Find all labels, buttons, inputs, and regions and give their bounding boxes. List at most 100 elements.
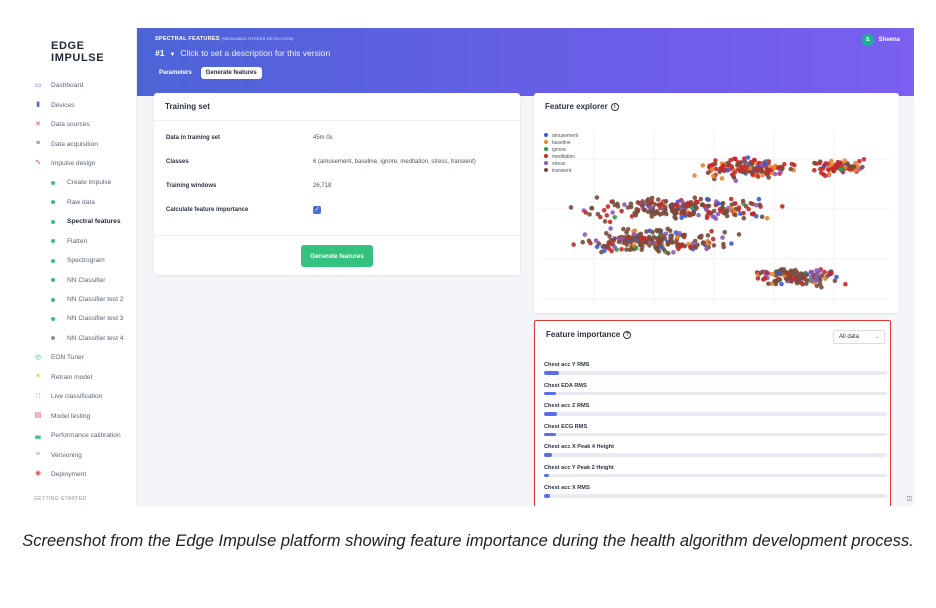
- sidebar-item-nn-classifier[interactable]: NN Classifier: [18, 270, 137, 289]
- caret-down-icon[interactable]: ▼: [169, 52, 175, 58]
- scatter-point: [672, 214, 677, 220]
- database-icon: ≡: [35, 140, 41, 148]
- scatter-point: [762, 276, 768, 281]
- status-dot-icon: [51, 336, 55, 341]
- scatter-point: [612, 245, 617, 250]
- chevron-down-icon[interactable]: ⌄: [875, 331, 880, 343]
- row-data-in-training-set: Data in training set 45m 0s: [166, 135, 506, 145]
- importance-bar: [544, 453, 552, 457]
- sidebar-item-spectrogram[interactable]: Spectrogram: [18, 251, 137, 270]
- scatter-point: [594, 195, 600, 200]
- sidebar-item-data-sources[interactable]: ✕ Data sources: [18, 115, 137, 134]
- scatter-point: [756, 196, 762, 202]
- sidebar-item-devices[interactable]: ▮ Devices: [18, 95, 137, 114]
- feature-importance-title-text: Feature importance: [546, 330, 621, 339]
- importance-bar-track: [544, 453, 887, 457]
- version-description[interactable]: Click to set a description for this vers…: [180, 48, 330, 58]
- sidebar-item-label: Model testing: [51, 412, 91, 420]
- scatter-point: [684, 203, 690, 208]
- row-label: Calculate feature importance: [166, 207, 249, 213]
- scatter-point: [704, 196, 710, 202]
- scatter-point: [729, 206, 734, 211]
- feature-name: Chest acc X RMS: [544, 485, 590, 491]
- sidebar-item-model-testing[interactable]: ▤ Model testing: [18, 406, 137, 425]
- importance-bar-track: [544, 371, 887, 375]
- sidebar-item-nn-classifier-test-2[interactable]: NN Classifier test 2: [18, 290, 137, 309]
- version-number[interactable]: #1: [155, 48, 164, 58]
- scatter-point: [732, 156, 737, 162]
- sidebar-item-label: Raw data: [67, 198, 95, 206]
- scatter-point: [710, 162, 715, 168]
- tabs: Parameters Generate features: [154, 67, 262, 79]
- scatter-point: [789, 161, 795, 167]
- scatter-point: [799, 271, 805, 277]
- scatter-point: [580, 239, 585, 245]
- scatter-point: [828, 271, 833, 277]
- scatter-point: [628, 201, 634, 207]
- sidebar-item-dashboard[interactable]: ▭ Dashboard: [18, 76, 137, 95]
- importance-bar: [544, 412, 557, 416]
- sidebar-item-label: Deployment: [51, 470, 87, 478]
- tab-generate-features[interactable]: Generate features: [200, 67, 262, 79]
- scatter-point: [764, 270, 770, 275]
- avatar[interactable]: S: [861, 34, 874, 46]
- scatter-point: [764, 215, 770, 221]
- scatter-point: [780, 166, 785, 172]
- status-dot-icon: [51, 258, 55, 263]
- logo[interactable]: EDGE IMPULSE: [30, 40, 136, 64]
- sidebar-item-versioning[interactable]: ⑂ Versioning: [18, 445, 137, 464]
- help-icon[interactable]: ?: [623, 331, 632, 339]
- scatter-point: [721, 244, 726, 250]
- sidebar-item-nn-classifier-test-3[interactable]: NN Classifier test 3: [18, 309, 137, 328]
- feature-importance-checkbox[interactable]: ✓: [313, 206, 321, 214]
- scatter-point: [633, 245, 639, 251]
- sidebar-item-impulse-design[interactable]: ∿ Impulse design: [18, 154, 137, 173]
- tab-parameters[interactable]: Parameters: [154, 67, 197, 79]
- sidebar-item-nn-classifier-test-4[interactable]: NN Classifier test 4: [18, 329, 137, 348]
- scatter-point: [716, 201, 721, 206]
- sidebar-item-create-impulse[interactable]: Create impulse: [18, 173, 137, 192]
- legend-swatch: [544, 133, 548, 137]
- status-dot-icon: [51, 200, 55, 205]
- scatter-point: [711, 208, 717, 214]
- scatter-point: [784, 276, 790, 282]
- scatter-point: [619, 208, 624, 214]
- sidebar-item-performance-calibration[interactable]: ▃ Performance calibration: [18, 426, 137, 445]
- info-icon[interactable]: i: [610, 103, 619, 111]
- scatter-point: [659, 244, 664, 250]
- scatter-point: [673, 240, 679, 245]
- scatter-point: [571, 242, 576, 247]
- version-selector[interactable]: #1 ▼ Click to set a description for this v…: [155, 48, 330, 58]
- scatter-point: [700, 202, 705, 208]
- scatter-point: [766, 175, 771, 180]
- sidebar-item-raw-data[interactable]: Raw data: [18, 193, 137, 212]
- sidebar-item-label: Create impulse: [67, 179, 112, 187]
- feature-row: Chest acc Y Peak 2 Height: [544, 465, 887, 483]
- data-filter-value[interactable]: All data: [839, 334, 859, 340]
- sidebar-item-deployment[interactable]: ◉ Deployment: [18, 465, 137, 484]
- legend-swatch: [544, 140, 548, 144]
- generate-features-button[interactable]: Generate features: [301, 245, 373, 267]
- feature-scatter-plot[interactable]: amusementbaselineignoremeditationstresst…: [534, 119, 899, 311]
- sidebar-item-flatten[interactable]: Flatten: [18, 232, 137, 251]
- sidebar-item-spectral-features[interactable]: Spectral features: [18, 212, 137, 231]
- sidebar-item-live-classification[interactable]: ∷ Live classification: [18, 387, 137, 406]
- sidebar-item-label: Performance calibration: [51, 432, 121, 440]
- data-filter-select[interactable]: All data ⌄: [833, 330, 885, 344]
- scatter-point: [817, 268, 822, 274]
- user-name[interactable]: Sheena: [879, 37, 900, 43]
- scatter-point: [705, 170, 711, 176]
- scatter-point: [625, 227, 631, 232]
- scatter-point: [690, 211, 696, 216]
- devices-icon: ▮: [36, 101, 40, 109]
- scatter-point: [813, 274, 819, 279]
- sidebar-item-retrain-model[interactable]: ✶ Retrain model: [18, 368, 137, 387]
- scatter-point: [719, 176, 725, 181]
- user-menu[interactable]: S Sheena: [861, 34, 900, 46]
- chat-icon[interactable]: ◫: [906, 495, 912, 502]
- sidebar-item-data-acquisition[interactable]: ≡ Data acquisition: [18, 134, 137, 153]
- scatter-point: [604, 231, 609, 236]
- sidebar-item-label: Versioning: [51, 451, 82, 459]
- scatter-point: [698, 235, 704, 240]
- sidebar-item-eon-tuner[interactable]: ◎ EON Tuner: [18, 348, 137, 367]
